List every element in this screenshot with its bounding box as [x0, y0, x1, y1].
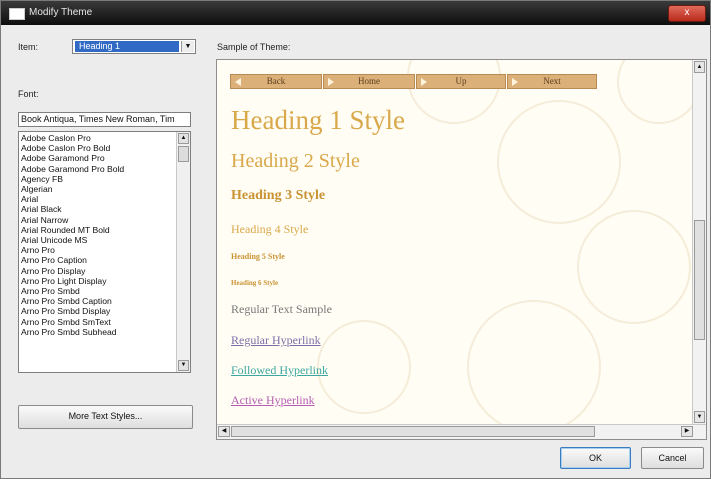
item-selected-value: Heading 1 — [75, 41, 179, 52]
font-list-item[interactable]: Arial Black — [21, 204, 190, 214]
font-list-item[interactable]: Arno Pro — [21, 245, 190, 255]
item-select[interactable]: Heading 1 ▼ — [72, 39, 196, 54]
heading-5-sample: Heading 5 Style — [231, 252, 285, 261]
font-list-item[interactable]: Arial Unicode MS — [21, 235, 190, 245]
ok-button[interactable]: OK — [560, 447, 631, 469]
sample-vertical-scroll-thumb[interactable] — [694, 220, 705, 340]
item-label: Item: — [18, 42, 39, 52]
active-hyperlink-sample[interactable]: Active Hyperlink — [231, 393, 315, 408]
font-list-item[interactable]: Adobe Caslon Pro Bold — [21, 143, 190, 153]
heading-2-sample: Heading 2 Style — [231, 150, 360, 172]
nav-up-button[interactable]: Up — [416, 74, 506, 89]
scroll-down-icon[interactable]: ▼ — [178, 360, 189, 371]
theme-sample-preview: Back Home Up Next Heading 1 Style Headin… — [216, 59, 707, 440]
scroll-left-icon[interactable]: ◀ — [218, 426, 230, 437]
font-list-item[interactable]: Arno Pro Light Display — [21, 276, 190, 286]
font-list-scrollbar[interactable]: ▲ ▼ — [176, 132, 190, 372]
close-icon: x — [684, 7, 690, 18]
nav-next-button[interactable]: Next — [507, 74, 597, 89]
background-swirl — [467, 300, 601, 434]
modify-theme-dialog: Modify Theme x Item: Heading 1 ▼ Font: B… — [0, 0, 711, 479]
regular-text-sample: Regular Text Sample — [231, 302, 332, 316]
sample-label: Sample of Theme: — [217, 42, 291, 52]
font-list-item[interactable]: Arno Pro Smbd — [21, 286, 190, 296]
font-list-item[interactable]: Arno Pro Display — [21, 266, 190, 276]
heading-3-sample: Heading 3 Style — [231, 188, 326, 203]
scroll-up-icon[interactable]: ▲ — [694, 61, 705, 73]
background-swirl — [497, 100, 621, 224]
more-text-styles-button[interactable]: More Text Styles... — [18, 405, 193, 429]
close-button[interactable]: x — [668, 5, 706, 22]
font-list-item[interactable]: Algerian — [21, 184, 190, 194]
font-list-item[interactable]: Agency FB — [21, 174, 190, 184]
font-list-item[interactable]: Arno Pro Smbd Caption — [21, 296, 190, 306]
title-bar[interactable]: Modify Theme x — [1, 1, 710, 25]
heading-6-sample: Heading 6 Style — [231, 279, 279, 287]
font-label: Font: — [18, 89, 39, 99]
font-list-item[interactable]: Arno Pro Smbd SmText — [21, 317, 190, 327]
font-list-items: Adobe Caslon Pro Adobe Caslon Pro Bold Ado… — [19, 132, 190, 337]
nav-next-label: Next — [543, 76, 561, 86]
heading-1-sample: Heading 1 Style — [231, 105, 405, 135]
sample-vertical-scrollbar[interactable]: ▲ ▼ — [692, 60, 706, 424]
heading-4-sample: Heading 4 Style — [231, 222, 309, 236]
font-list-item[interactable]: Arial Rounded MT Bold — [21, 225, 190, 235]
nav-up-label: Up — [455, 76, 467, 86]
font-list-item[interactable]: Adobe Garamond Pro Bold — [21, 164, 190, 174]
font-list-item[interactable]: Arial — [21, 194, 190, 204]
sample-horizontal-scrollbar[interactable]: ◀ ▶ — [217, 424, 706, 439]
font-list-item[interactable]: Arial Narrow — [21, 215, 190, 225]
nav-home-button[interactable]: Home — [323, 74, 415, 89]
font-list-item[interactable]: Adobe Garamond Pro — [21, 153, 190, 163]
cancel-button[interactable]: Cancel — [641, 447, 704, 469]
scroll-right-icon[interactable]: ▶ — [681, 426, 693, 437]
window-icon — [9, 8, 25, 20]
font-list-item[interactable]: Arno Pro Caption — [21, 255, 190, 265]
font-list-item[interactable]: Arno Pro Smbd Display — [21, 306, 190, 316]
scroll-down-icon[interactable]: ▼ — [694, 411, 705, 423]
background-swirl — [317, 320, 411, 414]
background-swirl — [617, 60, 701, 124]
font-input[interactable]: Book Antiqua, Times New Roman, Tim — [18, 112, 191, 127]
font-list[interactable]: Adobe Caslon Pro Adobe Caslon Pro Bold Ado… — [18, 131, 191, 373]
nav-back-button[interactable]: Back — [230, 74, 322, 89]
scroll-up-icon[interactable]: ▲ — [178, 133, 189, 144]
background-swirl — [577, 210, 691, 324]
font-list-item[interactable]: Adobe Caslon Pro — [21, 133, 190, 143]
nav-home-label: Home — [358, 76, 380, 86]
font-list-scroll-thumb[interactable] — [178, 146, 189, 162]
followed-hyperlink-sample[interactable]: Followed Hyperlink — [231, 363, 328, 378]
font-list-item[interactable]: Arno Pro Smbd Subhead — [21, 327, 190, 337]
regular-hyperlink-sample[interactable]: Regular Hyperlink — [231, 333, 321, 348]
chevron-down-icon[interactable]: ▼ — [181, 41, 194, 52]
nav-back-label: Back — [266, 76, 286, 86]
sample-horizontal-scroll-thumb[interactable] — [231, 426, 595, 437]
background-swirl — [407, 60, 501, 124]
window-title: Modify Theme — [29, 7, 93, 18]
